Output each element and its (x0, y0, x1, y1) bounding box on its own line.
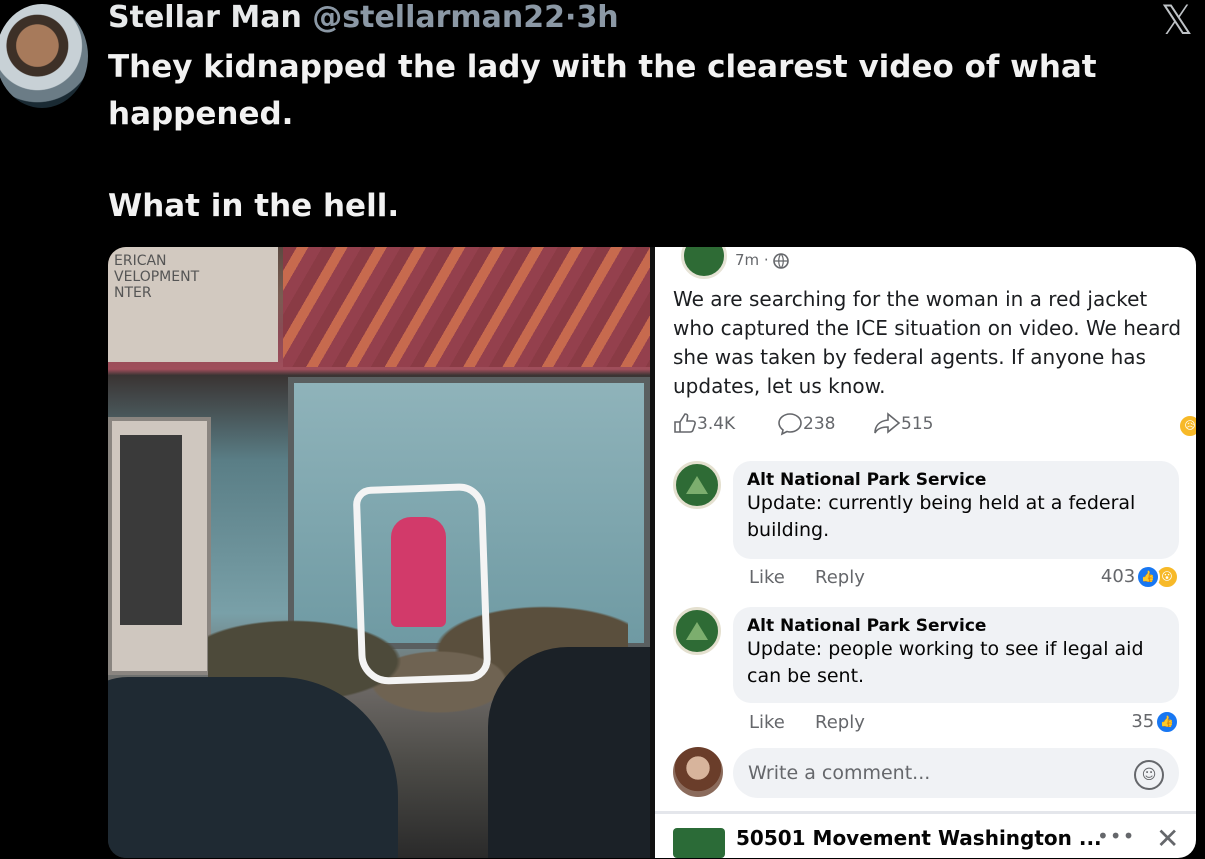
write-comment-input[interactable]: Write a comment... ☺ (733, 748, 1179, 798)
shares-count: 515 (901, 414, 934, 434)
comment-bubble: Alt National Park Service Update: curren… (733, 461, 1179, 559)
likes-count: 3.4K (697, 414, 736, 434)
write-comment-placeholder: Write a comment... (748, 762, 931, 784)
comments-count: 238 (803, 414, 836, 434)
parked-car (488, 647, 650, 858)
bottom-bar: 50501 Movement Washington ... ••• ✕ (673, 822, 1188, 858)
like-reaction-icon: 👍 (1136, 565, 1160, 589)
tweet-text-line: What in the hell. (108, 188, 400, 224)
post-time-text: 7m · (735, 251, 769, 269)
comment-icon (778, 413, 802, 436)
divider (655, 811, 1196, 814)
commenter-name[interactable]: Alt National Park Service (747, 616, 1165, 636)
comment-reactions[interactable]: 403 👍😡😮 (1101, 565, 1179, 589)
write-comment-row: Write a comment... ☺ (673, 747, 1183, 801)
tweet-header: Stellar Man @stellarman22·3h (108, 0, 619, 35)
facebook-screenshot: 7m · We are searching for the woman in a… (655, 247, 1196, 858)
share-icon (874, 412, 901, 434)
author-avatar[interactable] (0, 4, 88, 108)
comments-stat[interactable]: 238 (777, 412, 835, 436)
like-button[interactable]: Like (749, 567, 785, 588)
commenter-avatar[interactable] (673, 607, 721, 655)
group-logo (673, 828, 725, 858)
more-options-icon[interactable]: ••• (1097, 824, 1135, 848)
storefront-awning (283, 247, 650, 367)
tweet-text: They kidnapped the lady with the cleares… (108, 44, 1108, 230)
commenter-avatar[interactable] (673, 461, 721, 509)
close-icon[interactable]: ✕ (1156, 822, 1179, 855)
tweet-text-line: They kidnapped the lady with the cleares… (108, 49, 1097, 132)
comment-bubble: Alt National Park Service Update: people… (733, 607, 1179, 703)
comment-reactions[interactable]: 35 👍🥰 (1131, 710, 1179, 734)
x-logo-icon[interactable]: 𝕏 (1161, 0, 1193, 44)
separator-dot: · (565, 0, 577, 35)
comment-text: Update: people working to see if legal a… (747, 638, 1144, 687)
reply-button[interactable]: Reply (815, 567, 865, 588)
likes-stat[interactable]: 3.4K (673, 412, 735, 434)
tweet-media[interactable]: ERICAN VELOPMENT NTER 7m · We are search… (108, 247, 1196, 858)
sign-line: ERICAN (114, 253, 167, 269)
emoji-icon[interactable]: ☺ (1134, 760, 1164, 790)
tweet-time[interactable]: 3h (576, 0, 618, 35)
globe-icon (773, 252, 790, 269)
reaction-count: 403 (1100, 566, 1136, 587)
comment-text: Update: currently being held at a federa… (747, 492, 1136, 541)
post-stats: 3.4K 238 515 👍😡😥 (673, 410, 1196, 438)
author-name[interactable]: Stellar Man (108, 0, 302, 35)
sign-line: VELOPMENT (114, 269, 200, 285)
thumbs-up-icon (674, 413, 696, 433)
reply-button[interactable]: Reply (815, 712, 865, 733)
post-time: 7m · (735, 251, 790, 269)
highlight-circle (352, 482, 492, 686)
group-title[interactable]: 50501 Movement Washington ... (736, 826, 1102, 850)
commenter-name[interactable]: Alt National Park Service (747, 470, 1165, 490)
page-logo (681, 247, 727, 279)
user-avatar[interactable] (673, 747, 723, 797)
video-still-photo[interactable]: ERICAN VELOPMENT NTER (108, 247, 650, 858)
parked-car (108, 677, 398, 858)
storefront-door (108, 417, 211, 675)
post-text: We are searching for the woman in a red … (673, 287, 1182, 398)
storefront-sign: ERICAN VELOPMENT NTER (108, 247, 278, 362)
sign-line: NTER (114, 285, 152, 301)
like-button[interactable]: Like (749, 712, 785, 733)
like-reaction-icon: 👍 (1155, 710, 1179, 734)
reaction-count: 35 (1131, 711, 1155, 732)
shares-stat[interactable]: 515 (873, 412, 933, 436)
sad-reaction-icon: 😥 (1178, 414, 1196, 438)
author-handle[interactable]: @stellarman22 (312, 0, 565, 35)
